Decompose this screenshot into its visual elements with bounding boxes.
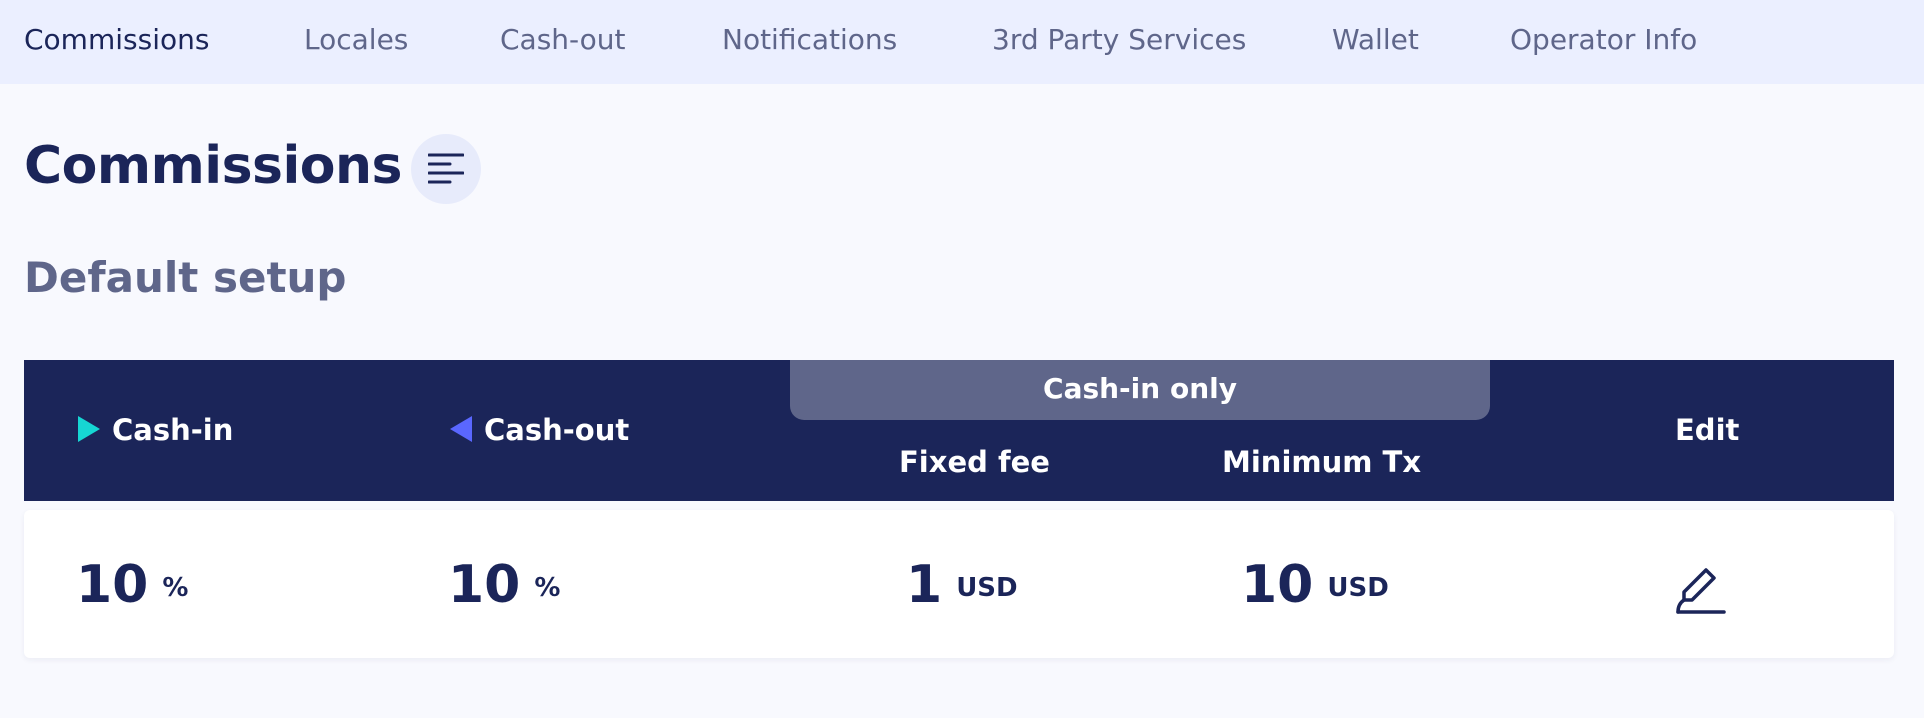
tab-operator-info[interactable]: Operator Info <box>1510 0 1697 84</box>
top-navigation: Commissions Locales Cash-out Notificatio… <box>0 0 1924 84</box>
edit-button[interactable] <box>1674 560 1730 616</box>
tab-commissions[interactable]: Commissions <box>24 0 209 84</box>
tab-notifications[interactable]: Notifications <box>722 0 897 84</box>
column-header-cash-out: Cash-out <box>448 412 629 448</box>
fixed-fee-value: 1 <box>906 555 943 615</box>
column-header-edit: Edit <box>1675 413 1740 447</box>
minimum-tx-unit: USD <box>1327 573 1389 603</box>
fixed-fee-unit: USD <box>956 573 1018 603</box>
tab-wallet[interactable]: Wallet <box>1332 0 1419 84</box>
cash-out-value: 10 <box>448 555 521 615</box>
table-row: 10% 10% 1 USD 10 USD <box>24 510 1894 658</box>
cash-in-arrow-icon <box>78 416 100 442</box>
cell-cash-out: 10% <box>448 510 560 658</box>
cash-in-value: 10 <box>76 555 149 615</box>
column-header-cash-in: Cash-in <box>78 412 233 448</box>
tab-cash-out[interactable]: Cash-out <box>500 0 626 84</box>
pencil-edit-icon <box>1676 568 1726 614</box>
page-title: Commissions <box>24 136 403 196</box>
column-header-minimum-tx: Minimum Tx <box>1222 445 1422 479</box>
column-header-cash-out-label: Cash-out <box>484 413 630 447</box>
cell-fixed-fee: 1 USD <box>906 510 1018 658</box>
group-header-cash-in-only: Cash-in only <box>790 360 1490 420</box>
cash-in-unit: % <box>162 573 189 603</box>
column-header-cash-in-label: Cash-in <box>112 413 234 447</box>
table-header: Cash-in only Cash-in Cash-out Fixed fee … <box>24 360 1894 501</box>
sort-lines-icon <box>428 153 464 184</box>
section-title: Default setup <box>24 253 347 302</box>
toggle-list-button[interactable] <box>411 134 481 204</box>
minimum-tx-value: 10 <box>1241 555 1314 615</box>
tab-3rd-party-services[interactable]: 3rd Party Services <box>992 0 1246 84</box>
cell-cash-in: 10% <box>76 510 188 658</box>
cell-minimum-tx: 10 USD <box>1241 510 1389 658</box>
cash-out-unit: % <box>534 573 561 603</box>
column-header-fixed-fee: Fixed fee <box>899 445 1050 479</box>
cash-out-arrow-icon <box>450 416 472 442</box>
tab-locales[interactable]: Locales <box>304 0 408 84</box>
